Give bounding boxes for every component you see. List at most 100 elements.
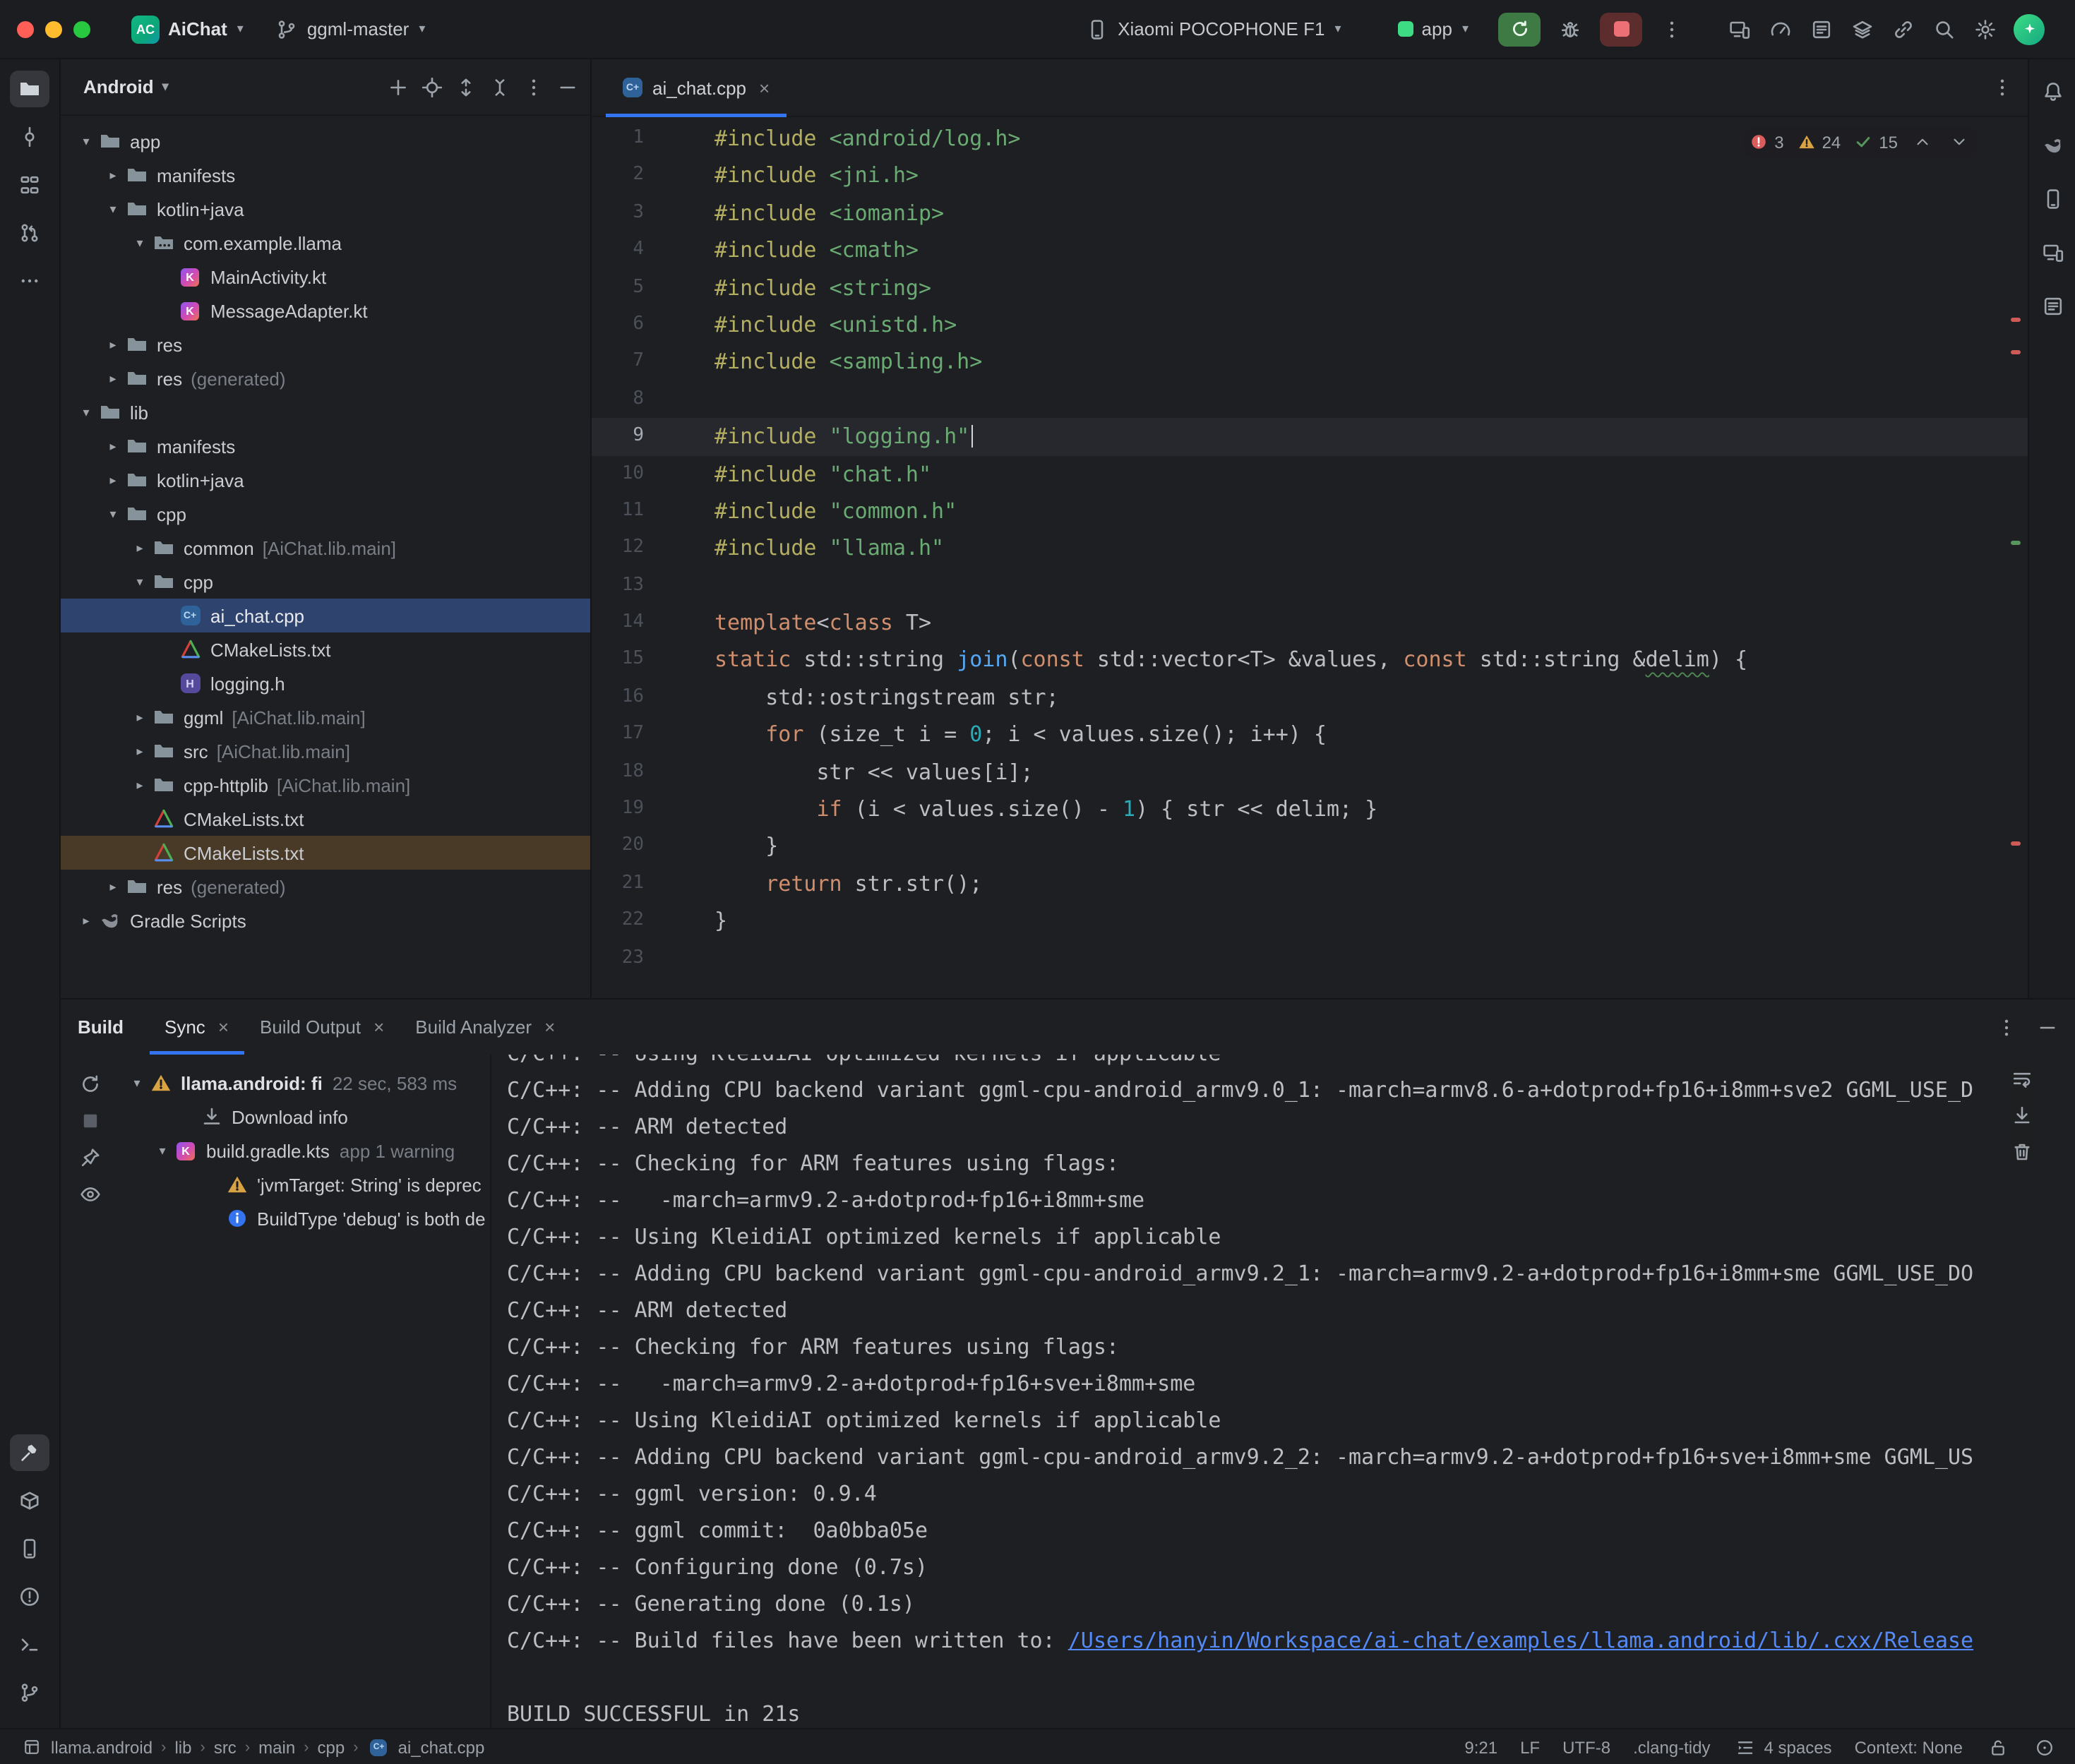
chevron-down-icon[interactable]: ▾ bbox=[102, 506, 124, 522]
code-line-2[interactable]: 2#include <jni.h> bbox=[592, 157, 2028, 195]
code-line-21[interactable]: 21 return str.str(); bbox=[592, 865, 2028, 903]
more-tools-button[interactable] bbox=[10, 263, 49, 299]
device-manager-tool-button[interactable] bbox=[10, 1530, 49, 1567]
line-number[interactable]: 4 bbox=[592, 232, 644, 269]
build-console[interactable]: C/C++: -- Using KleidiAI optimized kerne… bbox=[491, 1055, 2075, 1728]
tree-item-com-example-llama[interactable]: ▾com.example.llama bbox=[61, 226, 590, 260]
add-icon[interactable] bbox=[385, 75, 409, 99]
scroll-to-end-icon[interactable] bbox=[2009, 1103, 2033, 1127]
device-manager-tool-button[interactable] bbox=[2033, 181, 2072, 217]
chevron-down-icon[interactable]: ▾ bbox=[151, 1143, 174, 1158]
tree-item-res[interactable]: ▸res bbox=[61, 328, 590, 361]
status-utf-8[interactable]: UTF-8 bbox=[1562, 1737, 1610, 1757]
breadcrumb-llama-android[interactable]: llama.android bbox=[20, 1735, 153, 1759]
stop-build-icon[interactable] bbox=[78, 1108, 102, 1132]
build-tool-button[interactable] bbox=[10, 1434, 49, 1471]
status-clang-tidy[interactable]: .clang-tidy bbox=[1633, 1737, 1710, 1757]
code-line-4[interactable]: 4#include <cmath> bbox=[592, 232, 2028, 269]
code-line-18[interactable]: 18 str << values[i]; bbox=[592, 753, 2028, 791]
tree-item-ai-chat-cpp[interactable]: C+ai_chat.cpp bbox=[61, 599, 590, 632]
commit-tool-button[interactable] bbox=[10, 119, 49, 155]
expand-all-icon[interactable] bbox=[453, 75, 477, 99]
status-context-none[interactable]: Context: None bbox=[1855, 1737, 1963, 1757]
terminal-tool-button[interactable] bbox=[10, 1626, 49, 1663]
line-number[interactable]: 12 bbox=[592, 530, 644, 568]
line-number[interactable]: 5 bbox=[592, 269, 644, 306]
tree-item-gradle-scripts[interactable]: ▸Gradle Scripts bbox=[61, 904, 590, 937]
line-number[interactable]: 20 bbox=[592, 828, 644, 865]
code-line-11[interactable]: 11#include "common.h" bbox=[592, 493, 2028, 530]
profiler-icon[interactable] bbox=[1768, 17, 1792, 41]
close-window-button[interactable] bbox=[17, 20, 34, 37]
line-number[interactable]: 23 bbox=[592, 940, 644, 977]
build-variants-icon[interactable] bbox=[1850, 17, 1874, 41]
line-number[interactable]: 2 bbox=[592, 157, 644, 195]
tree-item-res-generated[interactable]: ▸res(generated) bbox=[61, 870, 590, 904]
build-output-link[interactable]: /Users/hanyin/Workspace/ai-chat/examples… bbox=[1068, 1628, 1973, 1653]
panel-options-icon[interactable] bbox=[521, 75, 545, 99]
status-unlock[interactable] bbox=[1985, 1735, 2009, 1759]
device-explorer-tool-button[interactable] bbox=[10, 1482, 49, 1519]
code-line-5[interactable]: 5#include <string> bbox=[592, 269, 2028, 306]
hide-panel-icon[interactable] bbox=[555, 75, 579, 99]
tree-item-lib[interactable]: ▾lib bbox=[61, 395, 590, 429]
line-number[interactable]: 9 bbox=[592, 418, 644, 455]
close-tab-icon[interactable]: × bbox=[759, 77, 770, 98]
pull-requests-tool-button[interactable] bbox=[10, 215, 49, 251]
hide-build-panel-icon[interactable] bbox=[2035, 1015, 2059, 1039]
chevron-down-icon[interactable]: ▾ bbox=[128, 235, 151, 251]
code-line-14[interactable]: 14template<class T> bbox=[592, 604, 2028, 642]
line-number[interactable]: 8 bbox=[592, 380, 644, 418]
line-number[interactable]: 10 bbox=[592, 455, 644, 493]
problems-tool-button[interactable] bbox=[10, 1578, 49, 1615]
close-tab-icon[interactable]: × bbox=[544, 1016, 555, 1038]
status-status[interactable] bbox=[2032, 1735, 2056, 1759]
rerun-build-icon[interactable] bbox=[78, 1072, 102, 1096]
tree-item-messageadapter-kt[interactable]: KMessageAdapter.kt bbox=[61, 294, 590, 328]
tree-item-logging-h[interactable]: Hlogging.h bbox=[61, 666, 590, 700]
editor-options-icon[interactable] bbox=[1990, 76, 2014, 100]
change-stripe-mark[interactable] bbox=[2011, 541, 2021, 545]
minimize-window-button[interactable] bbox=[45, 20, 62, 37]
code-line-17[interactable]: 17 for (size_t i = 0; i < values.size();… bbox=[592, 716, 2028, 754]
tree-item-cpp-httplib-aichat-lib-main[interactable]: ▸cpp-httplib[AiChat.lib.main] bbox=[61, 768, 590, 802]
chevron-right-icon[interactable]: ▸ bbox=[102, 472, 124, 488]
status-lf[interactable]: LF bbox=[1520, 1737, 1540, 1757]
project-tool-button[interactable] bbox=[10, 71, 49, 107]
code-line-12[interactable]: 12#include "llama.h" bbox=[592, 530, 2028, 568]
build-tree-item-jvmtarget-string-is-deprec[interactable]: 'jvmTarget: String' is deprec bbox=[120, 1168, 490, 1201]
code-line-22[interactable]: 22} bbox=[592, 902, 2028, 940]
build-tab-build-analyzer[interactable]: Build Analyzer× bbox=[400, 1000, 570, 1055]
breadcrumb-cpp[interactable]: cpp bbox=[318, 1737, 345, 1757]
device-mirroring-icon[interactable] bbox=[1727, 17, 1751, 41]
code-line-3[interactable]: 3#include <iomanip> bbox=[592, 195, 2028, 232]
code-line-20[interactable]: 20 } bbox=[592, 828, 2028, 865]
line-number[interactable]: 16 bbox=[592, 679, 644, 716]
device-selector[interactable]: Xiaomi POCOPHONE F1 ▾ bbox=[1075, 13, 1351, 45]
soft-wrap-icon[interactable] bbox=[2009, 1066, 2033, 1090]
code-line-7[interactable]: 7#include <sampling.h> bbox=[592, 344, 2028, 381]
logcat-icon[interactable] bbox=[1809, 17, 1833, 41]
code-area[interactable]: 1#include <android/log.h>2#include <jni.… bbox=[592, 117, 2028, 998]
chevron-down-icon[interactable]: ▾ bbox=[75, 133, 97, 149]
collapse-all-icon[interactable] bbox=[487, 75, 511, 99]
user-avatar[interactable] bbox=[2014, 13, 2045, 44]
app-insights-tool-button[interactable] bbox=[2033, 288, 2072, 325]
code-line-8[interactable]: 8 bbox=[592, 380, 2028, 418]
build-tab-build-output[interactable]: Build Output× bbox=[244, 1000, 400, 1055]
warning-count[interactable]: 24 bbox=[1797, 132, 1841, 152]
tree-item-cmakelists-txt[interactable]: CMakeLists.txt bbox=[61, 802, 590, 836]
branch-selector[interactable]: ggml-master ▾ bbox=[265, 13, 436, 45]
tree-item-res-generated[interactable]: ▸res(generated) bbox=[61, 361, 590, 395]
locate-file-icon[interactable] bbox=[419, 75, 443, 99]
zoom-window-button[interactable] bbox=[73, 20, 90, 37]
tree-item-src-aichat-lib-main[interactable]: ▸src[AiChat.lib.main] bbox=[61, 734, 590, 768]
editor-tab-ai-chat-cpp[interactable]: C+ ai_chat.cpp × bbox=[606, 59, 787, 116]
code-line-6[interactable]: 6#include <unistd.h> bbox=[592, 306, 2028, 344]
chevron-right-icon[interactable]: ▸ bbox=[128, 709, 151, 725]
gradle-tool-button[interactable] bbox=[2033, 127, 2072, 164]
build-tab-sync[interactable]: Sync× bbox=[149, 1000, 244, 1055]
breadcrumb-lib[interactable]: lib bbox=[174, 1737, 191, 1757]
chevron-right-icon[interactable]: ▸ bbox=[128, 540, 151, 556]
chevron-down-icon[interactable]: ▾ bbox=[126, 1075, 148, 1091]
